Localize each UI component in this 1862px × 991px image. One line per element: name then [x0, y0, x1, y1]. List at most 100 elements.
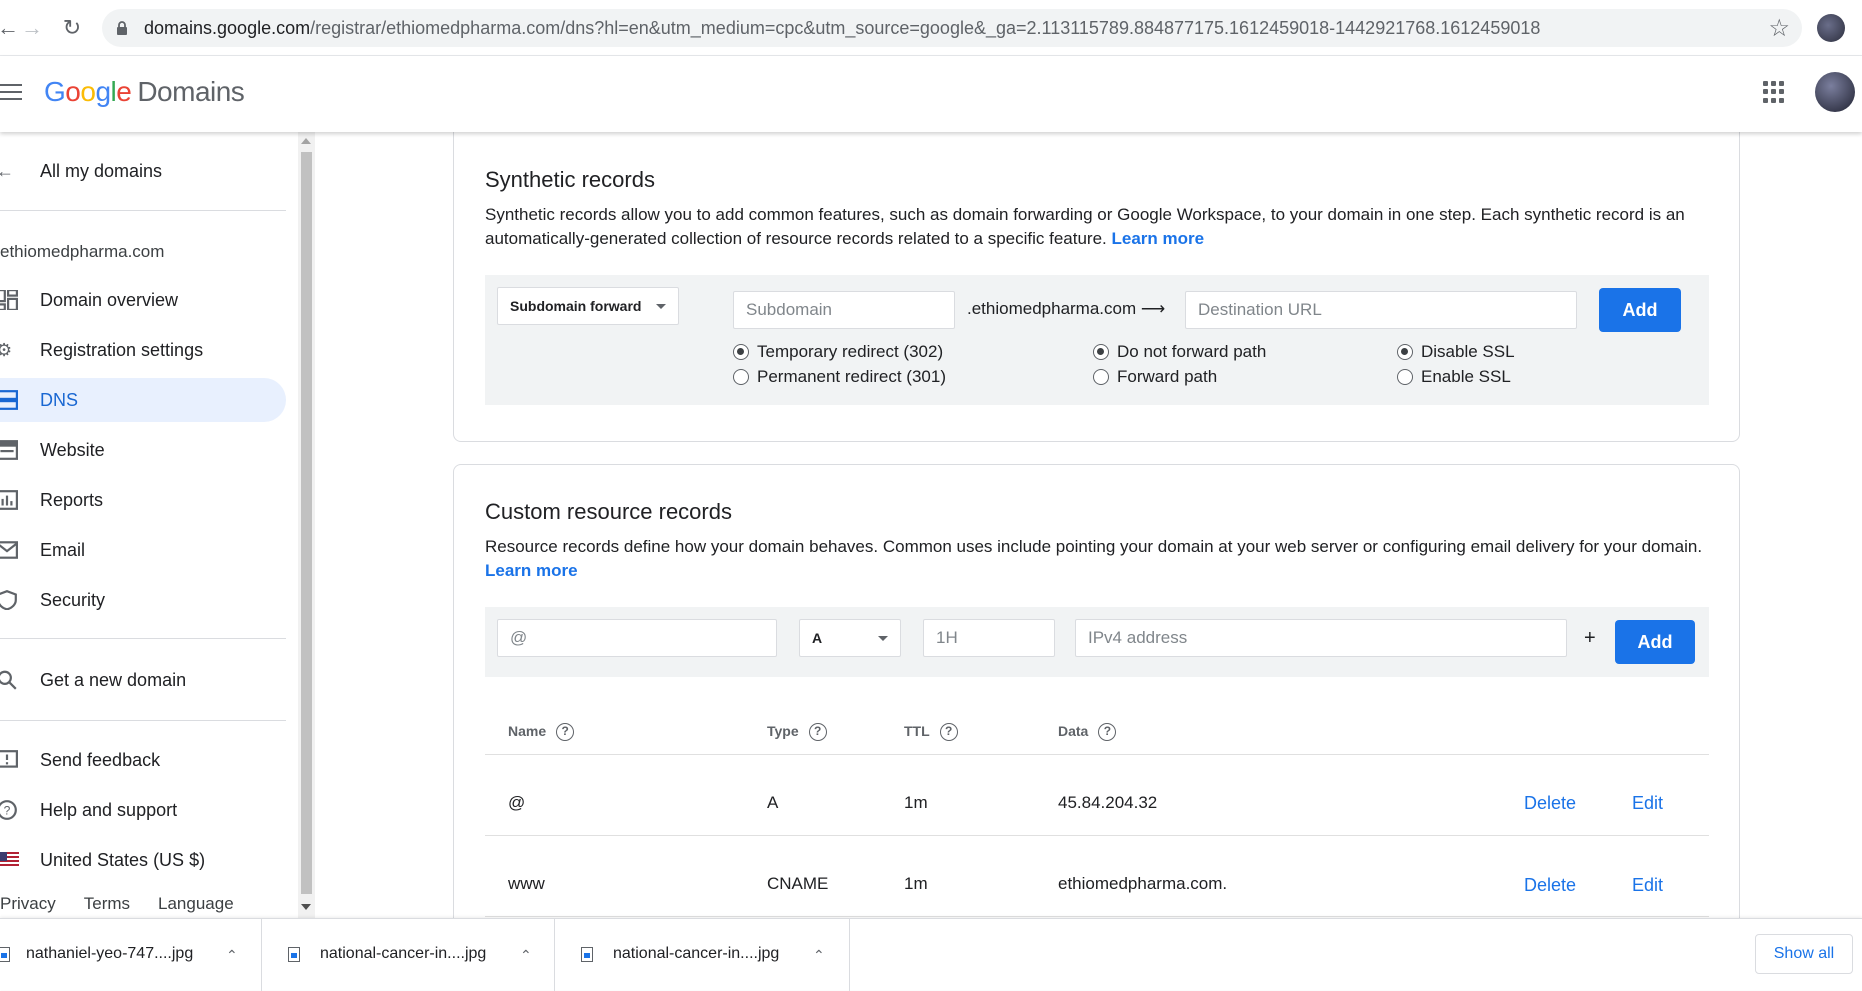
sidebar: ← All my domains ethiomedpharma.com Doma…	[0, 132, 298, 918]
sidebar-item-security[interactable]: Security	[0, 578, 286, 622]
custom-records-card: Custom resource records Resource records…	[453, 464, 1740, 918]
delete-record-button[interactable]: Delete	[1524, 875, 1576, 896]
column-header-name: Name?	[508, 723, 575, 742]
image-file-icon	[581, 947, 593, 962]
record-type: A	[767, 793, 779, 812]
forward-path-radio[interactable]: Forward path	[1093, 366, 1217, 388]
chevron-up-icon[interactable]: ⌃	[226, 947, 238, 964]
download-item[interactable]: national-cancer-in....jpg ⌃	[555, 919, 850, 991]
section-title: Synthetic records	[485, 167, 655, 192]
learn-more-link[interactable]: Learn more	[1112, 229, 1205, 248]
all-domains-link[interactable]: ← All my domains	[0, 149, 286, 193]
language-link[interactable]: Language	[158, 894, 234, 913]
profile-avatar[interactable]	[1817, 14, 1845, 42]
record-name-input[interactable]: @	[497, 619, 777, 657]
column-header-data: Data?	[1058, 723, 1117, 742]
scroll-down-arrow-icon[interactable]	[301, 904, 311, 910]
address-bar[interactable]: domains.google.com/registrar/ethiomedpha…	[102, 9, 1802, 47]
google-domains-logo[interactable]: Google Domains	[44, 76, 245, 108]
shield-icon	[0, 590, 17, 610]
ttl-input[interactable]: 1H	[923, 619, 1055, 657]
sidebar-item-website[interactable]: Website	[0, 428, 286, 472]
disable-ssl-radio[interactable]: Disable SSL	[1397, 341, 1515, 363]
show-all-downloads-button[interactable]: Show all	[1755, 934, 1853, 974]
dns-icon	[0, 390, 18, 410]
permanent-redirect-radio[interactable]: Permanent redirect (301)	[733, 366, 946, 388]
chevron-up-icon[interactable]: ⌃	[813, 947, 825, 964]
reload-icon[interactable]: ↻	[58, 14, 86, 42]
image-file-icon	[0, 947, 10, 962]
add-record-button[interactable]: Add	[1615, 620, 1695, 664]
account-avatar[interactable]	[1815, 72, 1855, 112]
send-feedback-link[interactable]: Send feedback	[0, 738, 286, 782]
temporary-redirect-radio[interactable]: Temporary redirect (302)	[733, 341, 943, 363]
synthetic-records-card: Synthetic records Synthetic records allo…	[453, 132, 1740, 442]
mail-icon	[0, 541, 18, 559]
edit-record-button[interactable]: Edit	[1632, 875, 1663, 896]
delete-record-button[interactable]: Delete	[1524, 793, 1576, 814]
scroll-thumb[interactable]	[301, 152, 312, 894]
gear-icon: ⚙	[0, 340, 13, 360]
downloads-bar: nathaniel-yeo-747....jpg ⌃ national-canc…	[0, 918, 1862, 991]
subdomain-input[interactable]: Subdomain	[733, 291, 955, 329]
divider	[0, 720, 286, 721]
sidebar-footer: Privacy Terms Language	[0, 894, 262, 914]
sidebar-item-email[interactable]: Email	[0, 528, 286, 572]
download-item[interactable]: nathaniel-yeo-747....jpg ⌃	[0, 919, 262, 991]
record-type: CNAME	[767, 874, 829, 893]
record-type-select[interactable]: A	[799, 619, 901, 657]
download-filename: national-cancer-in....jpg	[613, 945, 780, 962]
forward-arrow-icon[interactable]: →	[18, 14, 46, 42]
privacy-link[interactable]: Privacy	[0, 894, 56, 913]
add-data-plus-icon[interactable]: +	[1584, 627, 1596, 650]
sidebar-item-dns[interactable]: DNS	[0, 378, 286, 422]
hamburger-menu-icon[interactable]	[0, 84, 22, 102]
sidebar-item-domain-overview[interactable]: Domain overview	[0, 278, 286, 322]
country-currency-link[interactable]: United States (US $)	[0, 838, 286, 882]
help-support-link[interactable]: ? Help and support	[0, 788, 286, 832]
main-content: Synthetic records Synthetic records allo…	[315, 132, 1862, 918]
domain-suffix-label: .ethiomedpharma.com ⟶	[967, 299, 1166, 318]
add-synthetic-button[interactable]: Add	[1599, 288, 1681, 332]
help-icon[interactable]: ?	[939, 723, 958, 742]
synthetic-type-select[interactable]: Subdomain forward	[497, 287, 679, 325]
help-icon[interactable]: ?	[808, 723, 827, 742]
column-header-ttl: TTL?	[904, 723, 958, 742]
column-header-type: Type?	[767, 723, 827, 742]
divider	[485, 835, 1709, 836]
help-icon[interactable]: ?	[556, 723, 575, 742]
us-flag-icon	[0, 852, 19, 868]
destination-url-input[interactable]: Destination URL	[1185, 291, 1577, 329]
synthetic-record-form: Subdomain forward Subdomain .ethiomedpha…	[485, 275, 1709, 405]
download-item[interactable]: national-cancer-in....jpg ⌃	[262, 919, 555, 991]
scroll-up-arrow-icon[interactable]	[301, 138, 311, 144]
get-new-domain-link[interactable]: Get a new domain	[0, 658, 286, 702]
lock-icon[interactable]	[116, 21, 128, 35]
bookmark-star-icon[interactable]: ☆	[1768, 14, 1790, 43]
browser-toolbar: ← → ↻ domains.google.com/registrar/ethio…	[0, 0, 1862, 56]
no-forward-path-radio[interactable]: Do not forward path	[1093, 341, 1266, 363]
edit-record-button[interactable]: Edit	[1632, 793, 1663, 814]
web-icon	[0, 440, 18, 460]
feedback-icon	[0, 750, 18, 768]
apps-grid-icon[interactable]	[1763, 81, 1785, 103]
help-icon[interactable]: ?	[1098, 723, 1117, 742]
learn-more-link[interactable]: Learn more	[485, 561, 578, 580]
sidebar-item-reports[interactable]: Reports	[0, 478, 286, 522]
new-record-form: @ A 1H IPv4 address + Add	[485, 607, 1709, 677]
url-text[interactable]: domains.google.com/registrar/ethiomedpha…	[144, 18, 1540, 39]
terms-link[interactable]: Terms	[84, 894, 130, 913]
download-filename: national-cancer-in....jpg	[320, 945, 487, 962]
record-name: www	[508, 874, 545, 893]
record-data: ethiomedpharma.com.	[1058, 874, 1228, 893]
record-name: @	[508, 793, 526, 812]
sidebar-item-registration-settings[interactable]: ⚙ Registration settings	[0, 328, 286, 372]
ipv4-input[interactable]: IPv4 address	[1075, 619, 1567, 657]
divider	[0, 210, 286, 211]
chevron-up-icon[interactable]: ⌃	[520, 947, 532, 964]
section-title: Custom resource records	[485, 499, 732, 524]
download-filename: nathaniel-yeo-747....jpg	[26, 945, 194, 962]
enable-ssl-radio[interactable]: Enable SSL	[1397, 366, 1511, 388]
sidebar-scrollbar[interactable]	[298, 132, 315, 918]
help-icon: ?	[0, 800, 17, 820]
